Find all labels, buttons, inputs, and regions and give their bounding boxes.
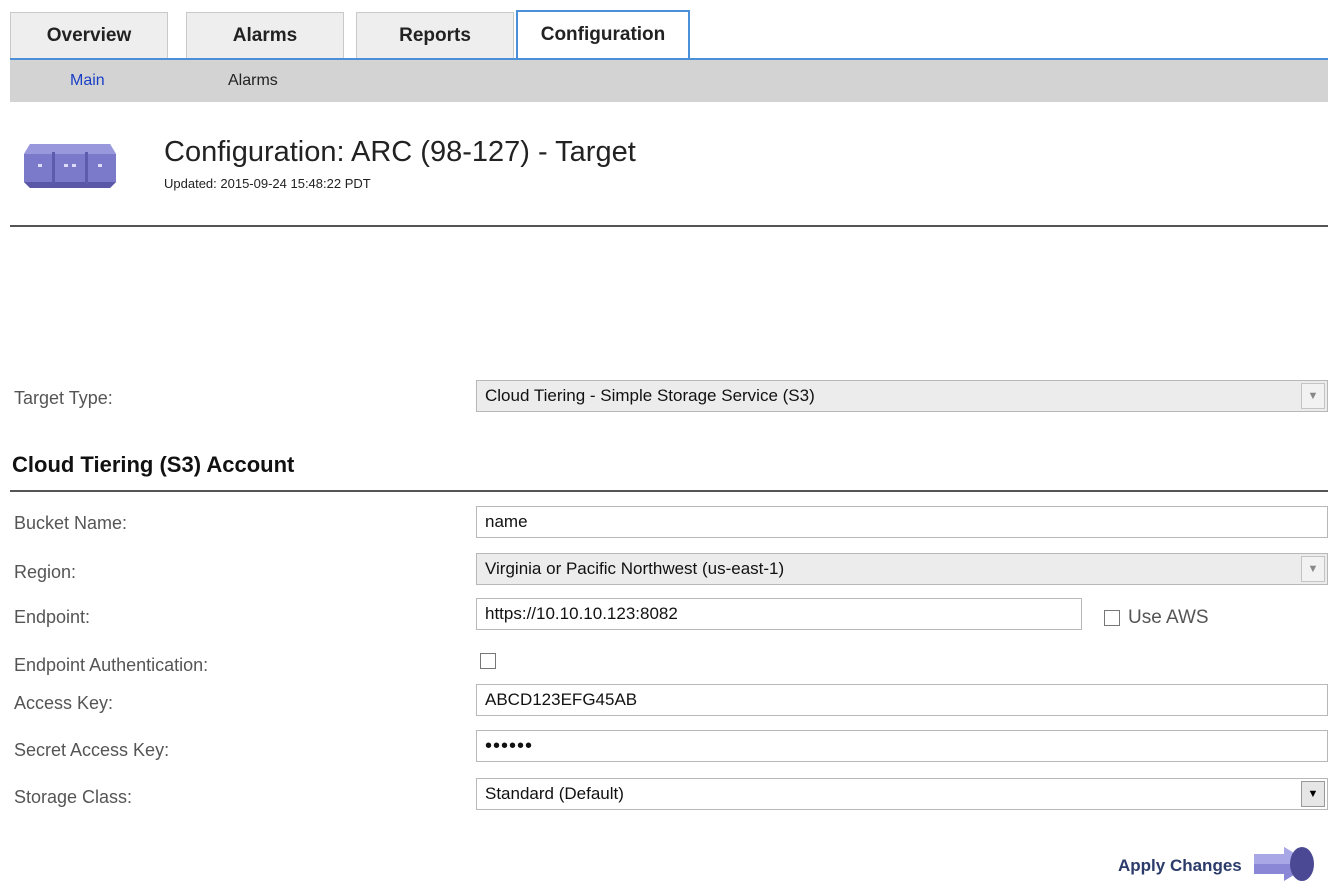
arrow-right-icon xyxy=(1250,844,1320,889)
tab-label: Reports xyxy=(399,24,471,46)
region-value: Virginia or Pacific Northwest (us-east-1… xyxy=(485,559,785,578)
main-tabs: Overview Alarms Reports Configuration xyxy=(10,10,1328,58)
storage-class-label: Storage Class: xyxy=(14,787,133,807)
apply-changes-label: Apply Changes xyxy=(1118,856,1242,875)
chevron-down-icon: ▼ xyxy=(1301,781,1325,807)
tab-label: Overview xyxy=(46,24,132,46)
region-label: Region: xyxy=(14,562,77,582)
section-divider xyxy=(10,490,1328,492)
subtab-alarms[interactable]: Alarms xyxy=(228,60,278,102)
storage-class-select[interactable]: Standard (Default) ▼ xyxy=(476,778,1328,810)
sub-navigation: Main Alarms xyxy=(10,58,1328,102)
page-title: Configuration: ARC (98-127) - Target xyxy=(164,136,636,168)
region-select[interactable]: Virginia or Pacific Northwest (us-east-1… xyxy=(476,553,1328,585)
subtab-label: Main xyxy=(70,72,105,89)
tab-label: Alarms xyxy=(232,24,298,46)
target-type-select[interactable]: Cloud Tiering - Simple Storage Service (… xyxy=(476,380,1328,412)
use-aws-label: Use AWS xyxy=(1128,607,1209,628)
tab-overview[interactable]: Overview xyxy=(10,12,168,58)
access-key-label: Access Key: xyxy=(14,693,114,713)
access-key-value: ABCD123EFG45AB xyxy=(485,690,638,709)
target-type-label: Target Type: xyxy=(14,388,113,408)
tab-configuration[interactable]: Configuration xyxy=(516,10,690,58)
endpoint-auth-checkbox[interactable] xyxy=(480,653,496,669)
storage-archive-icon xyxy=(22,138,118,192)
endpoint-input[interactable]: https://10.10.10.123:8082 xyxy=(476,598,1082,630)
updated-timestamp: Updated: 2015-09-24 15:48:22 PDT xyxy=(164,176,371,191)
secret-key-label: Secret Access Key: xyxy=(14,740,170,760)
storage-class-value: Standard (Default) xyxy=(485,784,624,803)
secret-key-input[interactable]: •••••• xyxy=(476,730,1328,762)
bucket-name-value: name xyxy=(485,512,528,531)
endpoint-label: Endpoint: xyxy=(14,607,91,627)
target-type-value: Cloud Tiering - Simple Storage Service (… xyxy=(485,386,815,405)
tab-label: Configuration xyxy=(540,24,666,45)
header-divider xyxy=(10,225,1328,227)
endpoint-value: https://10.10.10.123:8082 xyxy=(485,604,678,623)
secret-key-value: •••••• xyxy=(485,734,534,757)
chevron-down-icon: ▼ xyxy=(1301,383,1325,409)
apply-changes-button[interactable]: Apply Changes xyxy=(1118,846,1320,886)
chevron-down-icon: ▼ xyxy=(1301,556,1325,582)
bucket-name-label: Bucket Name: xyxy=(14,513,128,533)
section-title: Cloud Tiering (S3) Account xyxy=(12,452,295,477)
tab-alarms[interactable]: Alarms xyxy=(186,12,344,58)
use-aws-checkbox[interactable] xyxy=(1104,610,1120,626)
subtab-main[interactable]: Main xyxy=(70,60,105,102)
tab-reports[interactable]: Reports xyxy=(356,12,514,58)
bucket-name-input[interactable]: name xyxy=(476,506,1328,538)
subtab-label: Alarms xyxy=(228,72,278,89)
access-key-input[interactable]: ABCD123EFG45AB xyxy=(476,684,1328,716)
endpoint-auth-label: Endpoint Authentication: xyxy=(14,655,209,675)
